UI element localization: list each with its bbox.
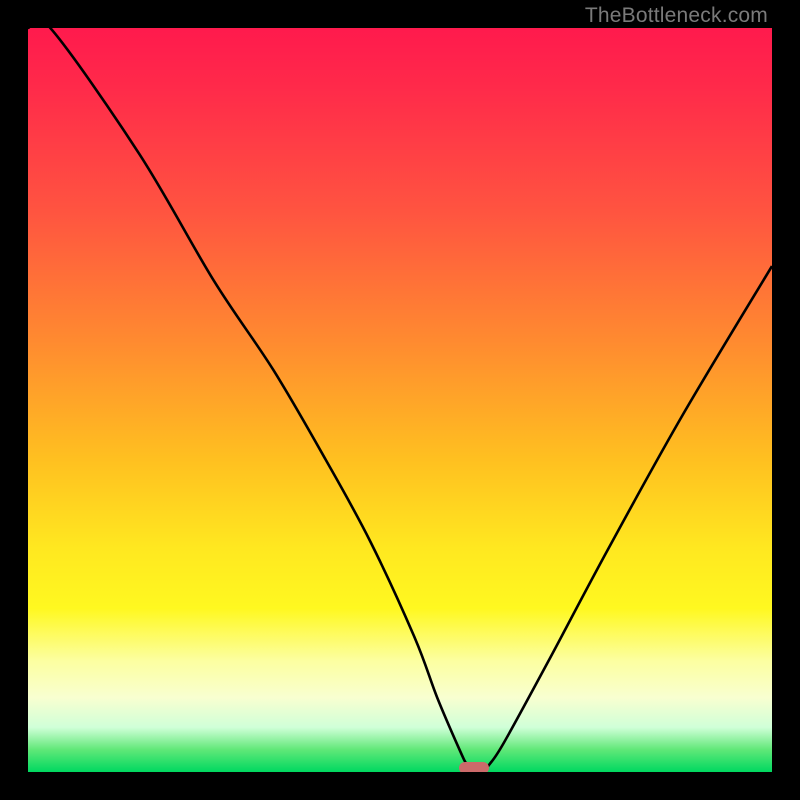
plot-area: [28, 28, 772, 772]
curve-path: [28, 28, 772, 772]
bottleneck-curve: [28, 28, 772, 772]
minimum-marker: [459, 762, 489, 772]
chart-frame: TheBottleneck.com: [0, 0, 800, 800]
watermark-text: TheBottleneck.com: [585, 4, 768, 28]
